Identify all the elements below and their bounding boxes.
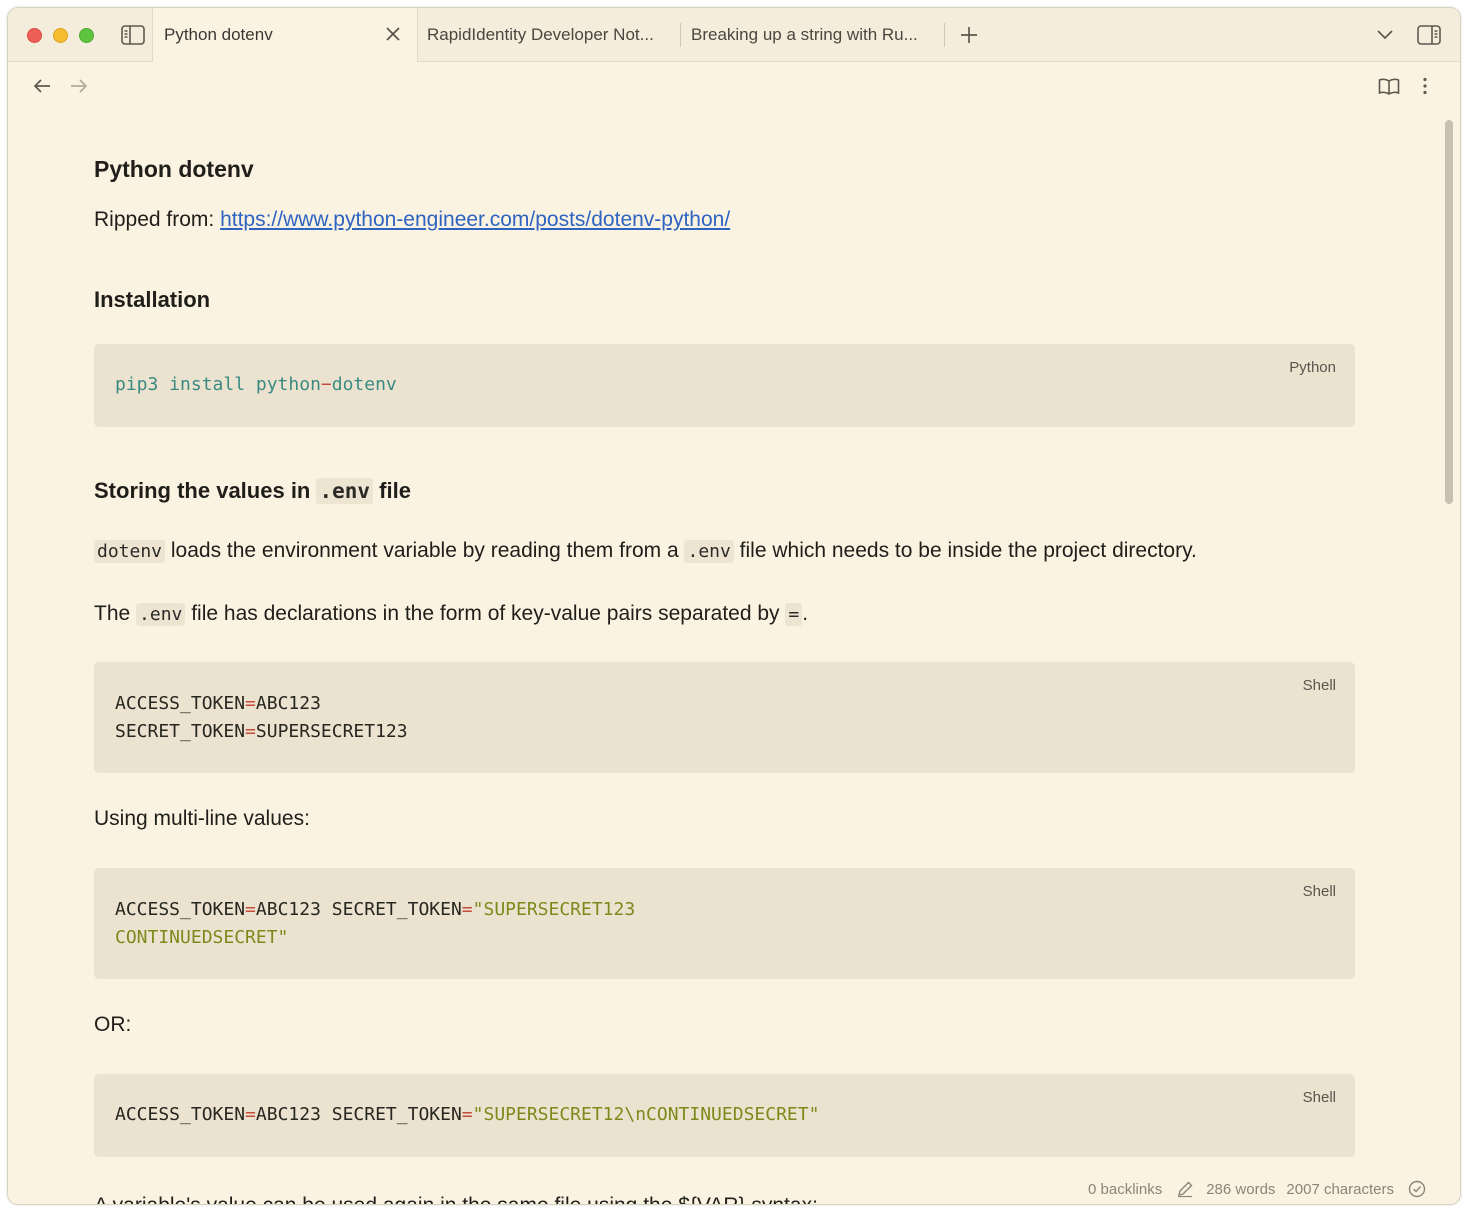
tab-label: Breaking up a string with Ru... — [691, 24, 918, 44]
tab-breaking-up-string[interactable]: Breaking up a string with Ru... — [691, 8, 941, 61]
sidebar-toggle-icon[interactable] — [120, 24, 146, 46]
code-token: ACCESS_TOKEN — [115, 693, 246, 714]
code-line: ACCESS_TOKEN=ABC123 — [115, 690, 321, 718]
ripped-from-line: Ripped from: https://www.python-engineer… — [94, 208, 730, 232]
env-file-description: The .env file has declarations in the fo… — [94, 602, 808, 626]
code-language-label: Python — [1289, 359, 1336, 376]
arrow-right-icon[interactable] — [67, 74, 91, 98]
inline-code: = — [785, 603, 803, 626]
code-token: CONTINUEDSECRET" — [115, 927, 289, 948]
shell-code-block[interactable]: Shell ACCESS_TOKEN=ABC123 SECRET_TOKEN="… — [94, 868, 1355, 979]
paragraph-text: The — [94, 602, 137, 625]
more-vertical-icon[interactable] — [1416, 74, 1434, 98]
tab-label: Python dotenv — [164, 25, 273, 44]
source-link[interactable]: https://www.python-engineer.com/posts/do… — [220, 208, 730, 231]
code-token: = — [461, 899, 473, 920]
multiline-label: Using multi-line values: — [94, 807, 310, 830]
code-token: = — [245, 1104, 256, 1125]
chevron-down-icon[interactable] — [1374, 26, 1396, 44]
code-line: CONTINUEDSECRET" — [115, 924, 288, 952]
ripped-from-label: Ripped from: — [94, 208, 221, 231]
paragraph-text: file which needs to be inside the projec… — [733, 539, 1197, 562]
backlinks-count[interactable]: 0 backlinks — [1088, 1181, 1162, 1198]
code-token: ABC123 SECRET_TOKEN — [255, 899, 462, 920]
dotenv-description: dotenv loads the environment variable by… — [94, 539, 1197, 563]
code-line: pip3 install python−dotenv — [115, 371, 397, 399]
code-token: ABC123 — [255, 693, 321, 714]
code-token: dotenv — [331, 374, 397, 395]
tab-label: RapidIdentity Developer Not... — [427, 24, 654, 44]
pencil-icon[interactable] — [1176, 1180, 1194, 1198]
or-label: OR: — [94, 1013, 132, 1036]
arrow-left-icon[interactable] — [30, 74, 54, 98]
character-count: 2007 characters — [1286, 1180, 1394, 1198]
inline-code: .env — [316, 478, 374, 504]
code-token: "SUPERSECRET12\nCONTINUEDSECRET" — [472, 1104, 820, 1125]
code-token: pip3 install python — [115, 374, 321, 395]
scrollbar-thumb[interactable] — [1445, 120, 1453, 504]
storing-heading: Storing the values in .env file — [94, 478, 411, 504]
code-token: = — [245, 693, 256, 714]
code-line: ACCESS_TOKEN=ABC123 SECRET_TOKEN="SUPERS… — [115, 1101, 819, 1129]
zoom-window-button[interactable] — [79, 28, 94, 43]
tab-bar: Python dotenv RapidIdentity Developer No… — [8, 8, 1460, 62]
code-token: = — [245, 899, 256, 920]
tab-python-dotenv[interactable]: Python dotenv — [152, 8, 418, 62]
code-language-label: Shell — [1302, 1089, 1336, 1106]
inline-code: .env — [684, 540, 734, 563]
check-circle-icon[interactable] — [1408, 1180, 1426, 1198]
minimize-window-button[interactable] — [53, 28, 68, 43]
paragraph-text: . — [802, 602, 809, 625]
shell-code-block[interactable]: Shell ACCESS_TOKEN=ABC123 SECRET_TOKEN="… — [94, 1074, 1355, 1157]
installation-heading: Installation — [94, 287, 211, 312]
tab-divider — [944, 23, 945, 47]
plus-icon[interactable] — [958, 24, 980, 46]
paragraph-text: file has declarations in the form of key… — [185, 602, 786, 625]
code-token: = — [245, 721, 256, 742]
shell-code-block[interactable]: Shell ACCESS_TOKEN=ABC123 SECRET_TOKEN=S… — [94, 662, 1355, 773]
heading-text: file — [373, 478, 411, 503]
close-icon[interactable] — [383, 24, 403, 44]
code-token: ACCESS_TOKEN — [115, 899, 246, 920]
inline-code: dotenv — [94, 540, 166, 563]
status-bar: 0 backlinks 286 words 2007 characters — [1088, 1178, 1426, 1200]
app-window: Python dotenv RapidIdentity Developer No… — [7, 7, 1461, 1205]
right-sidebar-toggle-icon[interactable] — [1416, 24, 1442, 46]
word-count: 286 words — [1206, 1180, 1276, 1198]
code-language-label: Shell — [1302, 677, 1336, 694]
code-token: "SUPERSECRET123 — [472, 899, 636, 920]
code-token: SUPERSECRET123 — [255, 721, 408, 742]
code-token: ABC123 SECRET_TOKEN — [255, 1104, 462, 1125]
code-token: = — [461, 1104, 473, 1125]
tab-divider — [680, 23, 681, 47]
install-code-block[interactable]: Python pip3 install python−dotenv — [94, 344, 1355, 427]
truncated-paragraph: A variable's value can be used again in … — [94, 1194, 818, 1204]
tab-rapididentity[interactable]: RapidIdentity Developer Not... — [427, 8, 679, 61]
note-title: Python dotenv — [94, 156, 254, 182]
book-open-icon[interactable] — [1376, 74, 1402, 98]
code-token: − — [320, 374, 332, 395]
heading-text: Storing the values in — [94, 478, 317, 503]
code-token: SECRET_TOKEN — [115, 721, 246, 742]
code-language-label: Shell — [1302, 883, 1336, 900]
code-line: ACCESS_TOKEN=ABC123 SECRET_TOKEN="SUPERS… — [115, 896, 635, 924]
code-line: SECRET_TOKEN=SUPERSECRET123 — [115, 718, 408, 746]
paragraph-text: loads the environment variable by readin… — [165, 539, 685, 562]
vertical-scrollbar[interactable] — [1441, 114, 1455, 1178]
code-token: ACCESS_TOKEN — [115, 1104, 246, 1125]
close-window-button[interactable] — [27, 28, 42, 43]
inline-code: .env — [136, 603, 186, 626]
